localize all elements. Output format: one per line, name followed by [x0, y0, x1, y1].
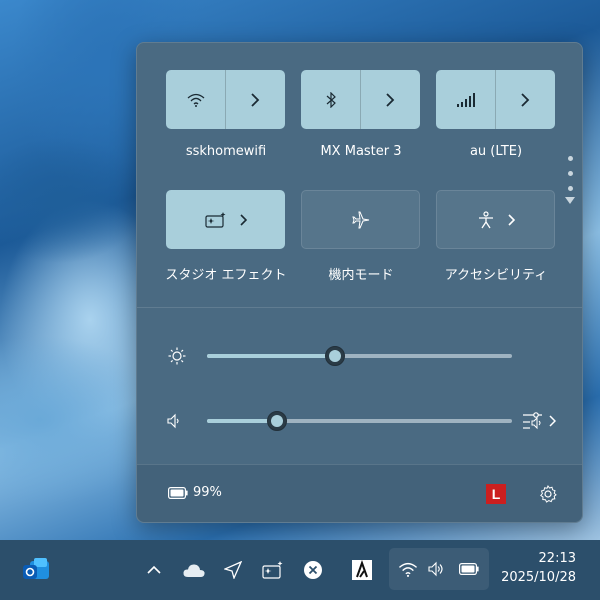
section-divider [137, 307, 582, 308]
audio-output-button[interactable] [522, 410, 558, 432]
outlook-app-button[interactable] [20, 554, 52, 586]
taskbar: 22:13 2025/10/28 [0, 540, 600, 600]
page-indicator[interactable] [565, 156, 575, 205]
chevron-right-icon [239, 213, 247, 226]
app-logo-icon [352, 560, 372, 580]
chevron-right-icon [507, 213, 515, 226]
location-arrow-icon [224, 561, 242, 579]
studio-effects-icon [204, 211, 225, 228]
volume-slider[interactable] [207, 419, 512, 423]
clock-date: 2025/10/28 [501, 570, 576, 585]
airplane-icon [351, 211, 369, 228]
wifi-icon [398, 562, 418, 577]
brightness-slider-thumb[interactable] [325, 346, 346, 366]
airplane-mode-tile[interactable] [301, 190, 420, 249]
outlook-icon [23, 558, 49, 579]
onedrive-tray-button[interactable] [181, 557, 207, 583]
page-dot[interactable] [567, 156, 573, 161]
cellular-tile-label: au (LTE) [469, 144, 523, 159]
bluetooth-toggle[interactable] [301, 70, 360, 129]
chevron-right-icon [386, 92, 395, 107]
audio-mixer-icon [523, 412, 542, 430]
accessibility-tile[interactable] [436, 190, 555, 249]
studio-effects-tile[interactable] [166, 190, 285, 249]
close-circle-icon [304, 561, 322, 579]
accessibility-icon [478, 210, 493, 228]
close-circle-tray-button[interactable] [301, 558, 325, 582]
volume-slider-thumb[interactable] [267, 411, 288, 431]
footer-divider [137, 464, 582, 465]
bluetooth-expand-button[interactable] [361, 70, 420, 129]
wifi-tile-label: sskhomewifi [185, 144, 267, 159]
page-dot[interactable] [567, 186, 573, 191]
chevron-right-icon [251, 92, 260, 107]
battery-icon [459, 563, 479, 575]
accessibility-tile-label: アクセシビリティ [444, 268, 548, 283]
battery-icon [168, 486, 188, 499]
airplane-mode-tile-label: 機内モード [328, 268, 394, 283]
speaker-icon[interactable] [166, 413, 182, 429]
show-hidden-icons-button[interactable] [143, 559, 165, 581]
studio-effects-tray-button[interactable] [260, 557, 286, 583]
cellular-tile[interactable] [436, 70, 555, 129]
quick-settings-footer: 99% L [137, 464, 582, 522]
app-badge-letter: L [491, 486, 501, 502]
clock-time: 22:13 [538, 551, 576, 566]
system-tray-quick-settings-button[interactable] [389, 548, 489, 590]
gear-icon[interactable] [539, 485, 557, 503]
clock-button[interactable]: 22:13 2025/10/28 [492, 550, 592, 592]
chevron-up-icon [147, 565, 161, 574]
cloud-icon [183, 564, 205, 577]
brightness-slider[interactable] [207, 354, 512, 358]
studio-effects-tile-label: スタジオ エフェクト [165, 268, 287, 283]
triangle-down-icon[interactable] [565, 197, 575, 205]
bluetooth-icon [326, 91, 336, 108]
speaker-icon [428, 561, 443, 577]
brightness-fill [207, 354, 336, 358]
studio-effects-icon [262, 561, 283, 579]
wifi-expand-button[interactable] [226, 70, 285, 129]
wifi-tile[interactable] [166, 70, 285, 129]
battery-status[interactable]: 99% [168, 485, 222, 500]
battery-percentage: 99% [193, 485, 222, 500]
cellular-expand-button[interactable] [496, 70, 555, 129]
wifi-toggle[interactable] [166, 70, 225, 129]
chevron-right-icon [521, 92, 530, 107]
cellular-icon [456, 92, 475, 107]
page-dot[interactable] [567, 171, 573, 176]
wifi-icon [187, 93, 204, 107]
chevron-right-icon [549, 415, 556, 427]
cellular-toggle[interactable] [436, 70, 495, 129]
brightness-icon [168, 347, 186, 365]
location-tray-button[interactable] [220, 557, 246, 583]
bluetooth-tile[interactable] [301, 70, 420, 129]
bluetooth-tile-label: MX Master 3 [320, 144, 402, 159]
app-badge-icon[interactable]: L [486, 484, 506, 504]
quick-settings-panel: sskhomewifi MX Master 3 au (LTE) スタジオ エフ… [136, 42, 583, 523]
app-tray-button[interactable] [350, 558, 374, 582]
